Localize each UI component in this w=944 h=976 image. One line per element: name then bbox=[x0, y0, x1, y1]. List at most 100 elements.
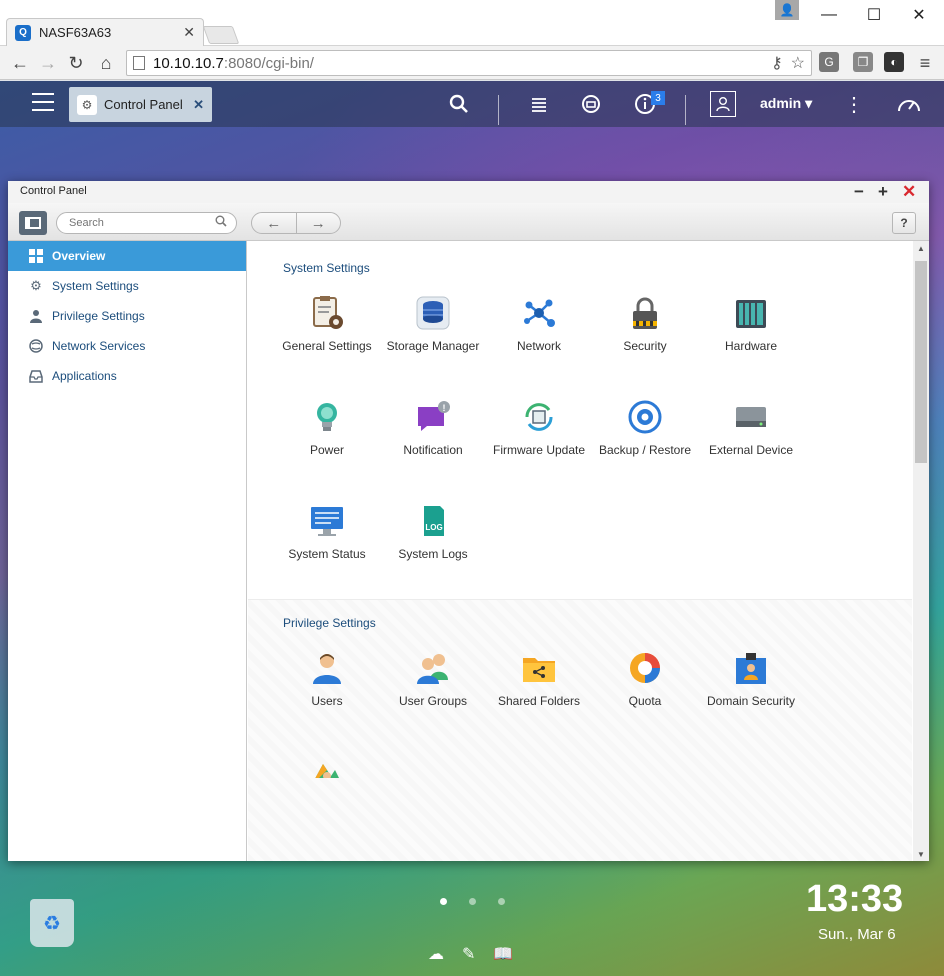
back-arrow-icon[interactable]: ← bbox=[8, 51, 32, 75]
extension-g-icon[interactable]: G bbox=[819, 52, 839, 72]
power-item[interactable]: Power bbox=[274, 399, 380, 458]
shared-folders-item[interactable]: Shared Folders bbox=[486, 650, 592, 709]
window-minimize-button[interactable]: — bbox=[806, 0, 852, 30]
window-close-button[interactable]: ✕ bbox=[896, 0, 942, 30]
item-label: User Groups bbox=[398, 694, 468, 708]
search-icon[interactable] bbox=[446, 91, 472, 117]
gear-icon: ⚙ bbox=[30, 278, 42, 293]
chrome-menu-icon[interactable]: ≡ bbox=[913, 51, 937, 75]
notification-item[interactable]: ! Notification bbox=[380, 399, 486, 458]
bookmark-star-icon[interactable]: ☆ bbox=[791, 53, 805, 73]
cloud-icon[interactable]: ☁ bbox=[428, 944, 444, 964]
window-title: Control Panel bbox=[20, 185, 87, 197]
search-input[interactable] bbox=[56, 212, 237, 234]
external-device-icon[interactable] bbox=[578, 91, 604, 117]
back-arrow-icon[interactable]: ← bbox=[252, 213, 297, 233]
item-label: Domain Security bbox=[706, 694, 796, 708]
item-label: External Device bbox=[708, 443, 794, 457]
maximize-icon[interactable]: + bbox=[878, 182, 888, 202]
page-dot[interactable] bbox=[498, 898, 505, 905]
background-tasks-icon[interactable] bbox=[526, 91, 552, 117]
user-avatar-icon[interactable] bbox=[710, 91, 736, 117]
control-panel-main: System Settings General Settings Storage… bbox=[248, 241, 912, 861]
window-maximize-button[interactable]: ☐ bbox=[851, 0, 897, 30]
key-icon[interactable]: ⚷ bbox=[771, 53, 783, 73]
home-icon[interactable]: ⌂ bbox=[94, 51, 118, 75]
sidebar-toggle-button[interactable] bbox=[19, 211, 47, 235]
more-options-icon[interactable]: ⋮ bbox=[841, 91, 867, 117]
page-dot[interactable] bbox=[469, 898, 476, 905]
lock-icon bbox=[627, 295, 663, 331]
sidebar-item-label: System Settings bbox=[52, 279, 139, 293]
domain-security-item[interactable]: Domain Security bbox=[698, 650, 804, 709]
user-groups-item[interactable]: User Groups bbox=[380, 650, 486, 709]
general-settings-item[interactable]: General Settings bbox=[274, 295, 380, 354]
hardware-icon bbox=[733, 295, 769, 331]
log-icon: LOG bbox=[415, 503, 451, 539]
main-menu-icon[interactable] bbox=[32, 93, 54, 111]
tab-close-icon[interactable]: ✕ bbox=[183, 24, 195, 41]
reload-icon[interactable]: ↻ bbox=[64, 51, 88, 75]
chrome-profile-icon[interactable]: 👤 bbox=[775, 0, 799, 20]
forward-arrow-icon[interactable]: → bbox=[36, 51, 60, 75]
dashboard-gauge-icon[interactable] bbox=[896, 91, 922, 117]
sidebar-item-overview[interactable]: Overview bbox=[8, 241, 246, 271]
network-icon bbox=[521, 295, 557, 331]
new-tab-button[interactable] bbox=[202, 26, 240, 44]
scroll-up-icon[interactable]: ▲ bbox=[913, 241, 929, 255]
security-item[interactable]: Security bbox=[592, 295, 698, 354]
general-settings-icon bbox=[309, 295, 345, 331]
sidebar-item-system-settings[interactable]: ⚙ System Settings bbox=[8, 271, 246, 301]
close-icon[interactable]: ✕ bbox=[902, 182, 916, 202]
item-label: Users bbox=[311, 694, 343, 708]
scroll-thumb[interactable] bbox=[915, 261, 927, 463]
nas-taskbar: ⚙ Control Panel ✕ 3 admin ▾ ⋮ bbox=[0, 81, 944, 127]
svg-text:!: ! bbox=[443, 403, 446, 413]
item-label: Storage Manager bbox=[386, 339, 480, 353]
user-icon bbox=[309, 650, 345, 686]
forward-arrow-icon[interactable]: → bbox=[297, 213, 341, 233]
book-icon[interactable]: 📖 bbox=[493, 944, 513, 964]
close-icon[interactable]: ✕ bbox=[193, 97, 204, 113]
external-device-item[interactable]: External Device bbox=[698, 399, 804, 458]
hardware-item[interactable]: Hardware bbox=[698, 295, 804, 354]
user-menu[interactable]: admin ▾ bbox=[760, 95, 812, 112]
taskbar-app-label: Control Panel bbox=[104, 97, 183, 112]
extension-copy-icon[interactable]: ❐ bbox=[853, 52, 873, 72]
system-status-item[interactable]: System Status bbox=[274, 503, 380, 562]
scroll-down-icon[interactable]: ▼ bbox=[913, 847, 929, 861]
sidebar-item-applications[interactable]: Applications bbox=[8, 361, 246, 391]
address-bar[interactable]: 10.10.10.7 :8080/cgi-bin/ ⚷ ☆ bbox=[126, 50, 812, 76]
help-button[interactable]: ? bbox=[892, 212, 916, 234]
notification-badge: 3 bbox=[651, 91, 665, 105]
storage-manager-item[interactable]: Storage Manager bbox=[380, 295, 486, 354]
firmware-update-item[interactable]: Firmware Update bbox=[486, 399, 592, 458]
item-label: Power bbox=[309, 443, 344, 457]
vertical-scrollbar[interactable]: ▲ ▼ bbox=[913, 241, 929, 861]
item-label: System Logs bbox=[398, 547, 468, 561]
window-titlebar[interactable]: Control Panel − + ✕ bbox=[8, 181, 929, 203]
minimize-icon[interactable]: − bbox=[854, 182, 864, 202]
extension-shield-icon[interactable]: ◐ bbox=[884, 52, 904, 72]
search-icon bbox=[215, 215, 227, 230]
page-dot[interactable] bbox=[440, 898, 447, 905]
recycle-bin-icon[interactable]: ♻ bbox=[30, 899, 74, 947]
users-item[interactable]: Users bbox=[274, 650, 380, 709]
system-logs-item[interactable]: LOG System Logs bbox=[380, 503, 486, 562]
firmware-icon bbox=[521, 399, 557, 435]
quota-item[interactable]: Quota bbox=[592, 650, 698, 709]
backup-restore-item[interactable]: Backup / Restore bbox=[592, 399, 698, 458]
network-item[interactable]: Network bbox=[486, 295, 592, 354]
taskbar-app-control-panel[interactable]: ⚙ Control Panel ✕ bbox=[69, 87, 212, 122]
url-path: :8080/cgi-bin/ bbox=[223, 54, 314, 72]
item-label: General Settings bbox=[282, 339, 372, 353]
sidebar-item-privilege-settings[interactable]: Privilege Settings bbox=[8, 301, 246, 331]
sidebar-item-network-services[interactable]: Network Services bbox=[8, 331, 246, 361]
sidebar-item-label: Network Services bbox=[52, 339, 146, 353]
browser-titlebar: Q NASF63A63 ✕ 👤 — ☐ ✕ bbox=[0, 0, 944, 46]
pen-icon[interactable]: ✎ bbox=[462, 944, 475, 964]
browser-tab[interactable]: Q NASF63A63 ✕ bbox=[6, 18, 204, 46]
globe-icon bbox=[28, 338, 44, 354]
partial-item[interactable] bbox=[274, 754, 380, 778]
desktop-clock: 13:33 bbox=[806, 878, 904, 920]
